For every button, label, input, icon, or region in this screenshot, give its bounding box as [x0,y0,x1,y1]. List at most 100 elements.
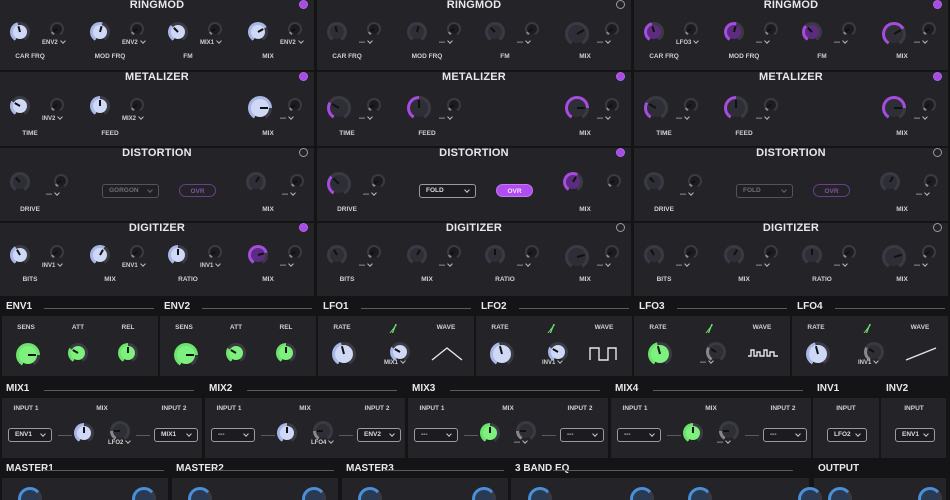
mod-depth-knob[interactable] [288,22,302,36]
mod-depth-knob[interactable] [50,22,64,36]
mod-depth-knob[interactable] [367,245,381,259]
mod-depth-knob[interactable] [516,421,536,441]
mod-source-select[interactable]: ENV2 [280,38,304,46]
mod-source-select[interactable]: MIX1 [384,358,406,366]
param-knob[interactable] [90,245,110,265]
rate-knob[interactable] [648,342,672,366]
power-toggle[interactable] [933,72,942,81]
power-toggle[interactable] [299,148,308,157]
param-knob[interactable] [10,245,30,265]
inv-input-select[interactable]: LFO2 [827,428,867,442]
power-toggle[interactable] [616,0,625,9]
param-knob[interactable] [407,22,427,42]
mod-depth-knob[interactable] [130,98,144,112]
mod-depth-knob[interactable] [842,245,856,259]
mod-source-select[interactable]: --- [834,261,848,269]
mod-depth-knob[interactable] [764,98,778,112]
mod-depth-knob[interactable] [684,22,698,36]
param-knob[interactable] [882,245,906,269]
mod-source-select[interactable]: MIX1 [200,38,222,46]
env-knob[interactable] [118,343,138,363]
mod-depth-knob[interactable] [924,174,938,188]
power-toggle[interactable] [616,72,625,81]
param-knob[interactable] [644,22,664,42]
mod-source-select[interactable]: INV2 [42,114,64,122]
param-knob[interactable] [248,245,268,265]
mod-source-select[interactable]: --- [280,261,294,269]
param-knob[interactable] [565,96,589,120]
mod-depth-knob[interactable] [842,22,856,36]
mod-source-select[interactable]: --- [717,438,731,446]
mod-depth-knob[interactable] [371,174,385,188]
mod-source-select[interactable]: ENV2 [42,38,66,46]
mod-depth-knob[interactable] [605,245,619,259]
mod-source-select[interactable]: --- [676,261,690,269]
rate-knob[interactable] [806,342,830,366]
mod-source-select[interactable]: --- [680,190,694,198]
mix-knob[interactable] [683,423,703,443]
power-toggle[interactable] [933,148,942,157]
distortion-type-select[interactable]: FOLD [736,184,793,198]
mod-source-select[interactable]: --- [597,114,611,122]
drive-knob[interactable] [327,172,351,196]
drive-knob[interactable] [10,172,30,192]
mod-depth-knob[interactable] [922,245,936,259]
mod-depth-knob[interactable] [367,22,381,36]
rate-knob[interactable] [490,342,514,366]
input2-select[interactable]: MIX1 [154,428,198,442]
mod-source-select[interactable]: LFO3 [676,38,700,46]
input1-select[interactable]: --- [211,428,255,442]
mod-depth-knob[interactable] [54,174,68,188]
power-toggle[interactable] [616,223,625,232]
distortion-type-select[interactable]: GORGON [102,184,159,198]
distortion-type-select[interactable]: FOLD [419,184,476,198]
param-knob[interactable] [565,245,589,269]
mix-knob[interactable] [277,423,297,443]
mod-depth-knob[interactable] [447,245,461,259]
mod-depth-knob[interactable] [605,98,619,112]
input2-select[interactable]: ENV2 [357,428,401,442]
mod-depth-knob[interactable] [130,22,144,36]
env-knob[interactable] [276,343,296,363]
inv-input-select[interactable]: ENV1 [895,428,935,442]
mod-source-select[interactable]: LFO2 [108,438,132,446]
param-knob[interactable] [90,96,110,116]
mod-source-select[interactable]: LFO4 [311,438,335,446]
mod-source-select[interactable]: --- [282,190,296,198]
param-knob[interactable] [407,96,431,120]
param-knob[interactable] [802,245,822,265]
input2-select[interactable]: --- [560,428,604,442]
mod-depth-knob[interactable] [290,174,304,188]
mod-source-select[interactable]: --- [280,114,294,122]
param-knob[interactable] [10,96,30,116]
env-knob[interactable] [68,343,88,363]
mod-depth-knob[interactable] [447,22,461,36]
mix-knob[interactable] [480,423,500,443]
param-knob[interactable] [327,245,347,265]
mod-source-select[interactable]: --- [916,190,930,198]
param-knob[interactable] [724,22,744,42]
input1-select[interactable]: --- [617,428,661,442]
mod-depth-knob[interactable] [390,342,410,362]
mix-knob[interactable] [880,172,900,192]
mod-source-select[interactable]: --- [359,38,373,46]
mod-source-select[interactable]: --- [914,38,928,46]
mod-depth-knob[interactable] [922,98,936,112]
sync-icon[interactable]: ∕̸ [860,322,874,336]
mod-depth-knob[interactable] [288,245,302,259]
overdrive-toggle[interactable]: OVR [179,184,216,197]
input1-select[interactable]: --- [414,428,458,442]
mod-depth-knob[interactable] [684,98,698,112]
mod-source-select[interactable]: ENV1 [122,261,146,269]
mod-source-select[interactable]: INV1 [858,358,880,366]
waveform-icon[interactable] [430,344,464,362]
mod-source-select[interactable]: --- [46,190,60,198]
param-knob[interactable] [802,22,822,42]
mod-source-select[interactable]: INV1 [42,261,64,269]
sync-icon[interactable]: ∕̸ [386,322,400,336]
param-knob[interactable] [882,22,906,46]
mod-depth-knob[interactable] [764,245,778,259]
param-knob[interactable] [168,245,188,265]
param-knob[interactable] [407,245,427,265]
rate-knob[interactable] [332,342,356,366]
